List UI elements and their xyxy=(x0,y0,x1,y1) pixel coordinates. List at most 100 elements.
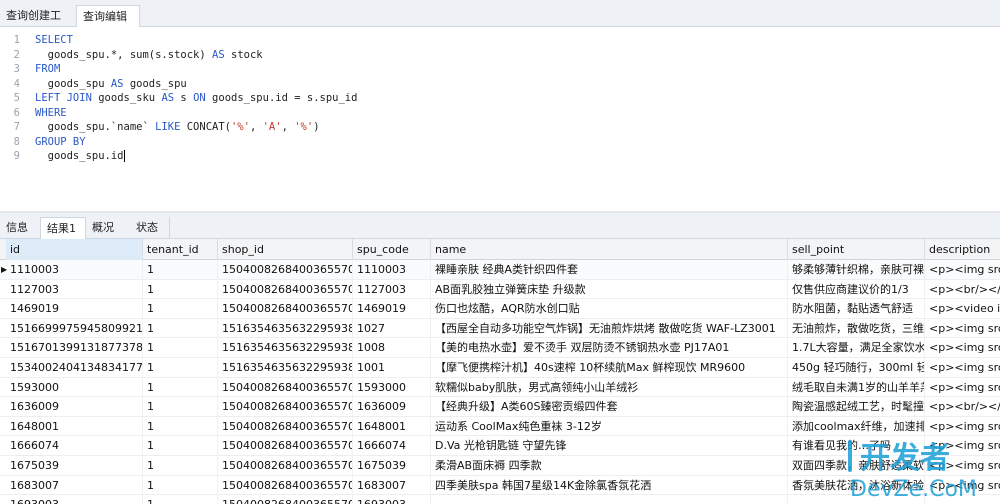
code-line[interactable]: 6 WHERE xyxy=(0,106,1000,121)
table-cell-id[interactable]: 1693003 xyxy=(6,495,143,504)
table-cell-name[interactable]: D.Va 光枪钥匙链 守望先锋 xyxy=(431,436,788,456)
table-cell-tenant-id[interactable]: 1 xyxy=(143,495,218,504)
table-cell-sell-point[interactable]: 防水阻菌，黏贴透气舒适 xyxy=(788,299,925,319)
table-cell-name[interactable]: 四季美肤spa 韩国7星级14K金除氯香氛花洒 xyxy=(431,475,788,496)
table-cell-spu-code[interactable]: 1027 xyxy=(353,318,431,339)
table-cell-id[interactable]: 1675039 xyxy=(6,456,143,476)
table-cell-shop-id[interactable]: 1504008268400365570 xyxy=(218,416,353,437)
table-cell-description[interactable]: <p><br/></p xyxy=(925,280,1000,300)
table-cell-spu-code[interactable]: 1648001 xyxy=(353,416,431,437)
table-cell-tenant-id[interactable]: 1 xyxy=(143,279,218,300)
table-cell-id[interactable]: 1666074 xyxy=(6,436,143,456)
table-cell-description[interactable]: <p><img src xyxy=(925,260,1000,280)
table-cell-description[interactable]: <p><br/></p xyxy=(925,397,1000,417)
column-header-id[interactable]: id xyxy=(6,239,143,260)
table-cell-sell-point[interactable]: 1.7L大容量，满足全家饮水需 xyxy=(788,338,925,358)
table-row[interactable]: 1534002404134834177 1 1516354635632295938 1… xyxy=(0,358,1000,378)
table-cell-spu-code[interactable]: 1636009 xyxy=(353,397,431,417)
table-cell-shop-id[interactable]: 1516354635632295938 xyxy=(218,358,353,378)
table-cell-name[interactable] xyxy=(431,495,788,504)
column-header-tenant-id[interactable]: tenant_id xyxy=(143,239,218,260)
table-row[interactable]: 1648001 1 1504008268400365570 1648001 运动系 Co… xyxy=(0,416,1000,437)
table-row[interactable]: ▶ 1110003 1 1504008268400365570 1110003 裸睡亲肤 … xyxy=(0,260,1000,280)
tab-overview[interactable]: 概况 xyxy=(86,217,130,239)
table-cell-sell-point[interactable]: 添加coolmax纤维，加速排汗 xyxy=(788,416,925,437)
table-cell-tenant-id[interactable]: 1 xyxy=(143,475,218,496)
code-text[interactable]: LEFT JOIN goods_sku AS s ON goods_spu.id… xyxy=(35,91,357,106)
table-cell-shop-id[interactable]: 1504008268400365570 xyxy=(218,377,353,398)
table-cell-spu-code[interactable]: 1110003 xyxy=(353,260,431,280)
table-cell-description[interactable]: <p><video id xyxy=(925,299,1000,319)
table-row[interactable]: 1516699975945809921 1 1516354635632295938 1… xyxy=(0,318,1000,339)
code-text[interactable]: goods_spu.id xyxy=(35,149,125,164)
table-cell-sell-point[interactable]: 够柔够薄针织棉，亲肤可裸睡 xyxy=(788,260,925,280)
code-line[interactable]: 3 FROM xyxy=(0,62,1000,77)
table-cell-spu-code[interactable]: 1693003 xyxy=(353,495,431,504)
table-cell-id[interactable]: 1516701399131877378 xyxy=(6,338,143,358)
code-text[interactable]: goods_spu.*, sum(s.stock) AS stock xyxy=(35,48,263,63)
table-row[interactable]: 1469019 1 1504008268400365570 1469019 伤口也炫酷，… xyxy=(0,299,1000,319)
column-header-shop-id[interactable]: shop_id xyxy=(218,239,353,260)
table-cell-name[interactable]: 【西屋全自动多功能空气炸锅】无油煎炸烘烤 散做吃货 WAF-LZ3001 xyxy=(431,318,788,339)
table-cell-tenant-id[interactable]: 1 xyxy=(143,416,218,437)
table-cell-tenant-id[interactable]: 1 xyxy=(143,377,218,398)
table-cell-id[interactable]: 1110003 xyxy=(6,260,143,280)
table-cell-spu-code[interactable]: 1675039 xyxy=(353,456,431,476)
tab-query-editor[interactable]: 查询编辑器 xyxy=(76,5,140,44)
table-cell-description[interactable]: <p><img src xyxy=(925,358,1000,378)
table-cell-spu-code[interactable]: 1127003 xyxy=(353,279,431,300)
tab-result-1[interactable]: 结果1 xyxy=(40,217,86,240)
table-cell-name[interactable]: 柔滑AB面床褥 四季款 xyxy=(431,456,788,476)
table-cell-name[interactable]: 裸睡亲肤 经典A类针织四件套 xyxy=(431,260,788,280)
table-cell-tenant-id[interactable]: 1 xyxy=(143,260,218,280)
table-cell-sell-point[interactable]: 绒毛取自未满1岁的山羊羊羔 xyxy=(788,377,925,398)
table-cell-spu-code[interactable]: 1593000 xyxy=(353,377,431,398)
table-row[interactable]: 1516701399131877378 1 1516354635632295938 1… xyxy=(0,338,1000,358)
table-cell-shop-id[interactable]: 1504008268400365570 xyxy=(218,495,353,504)
table-cell-spu-code[interactable]: 1683007 xyxy=(353,475,431,496)
table-cell-shop-id[interactable]: 1504008268400365570 xyxy=(218,475,353,496)
column-header-description[interactable]: description xyxy=(925,239,1000,260)
code-line[interactable]: 4 goods_spu AS goods_spu xyxy=(0,77,1000,92)
table-cell-shop-id[interactable]: 1516354635632295938 xyxy=(218,318,353,339)
table-cell-id[interactable]: 1683007 xyxy=(6,475,143,496)
table-cell-description[interactable]: <p><img src xyxy=(925,417,1000,437)
table-cell-tenant-id[interactable]: 1 xyxy=(143,318,218,339)
table-cell-sell-point[interactable]: 陶瓷温感起绒工艺，时髦撞色 xyxy=(788,397,925,417)
table-row[interactable]: 1593000 1 1504008268400365570 1593000 软糯似bab… xyxy=(0,377,1000,398)
code-text[interactable]: goods_spu.`name` LIKE CONCAT('%', 'A', '… xyxy=(35,120,320,135)
table-cell-name[interactable]: 软糯似baby肌肤，男式高领纯小山羊绒衫 xyxy=(431,377,788,398)
tab-query-builder[interactable]: 查询创建工具 xyxy=(0,5,76,43)
table-cell-tenant-id[interactable]: 1 xyxy=(143,358,218,378)
table-row[interactable]: 1127003 1 1504008268400365570 1127003 AB面乳胶独… xyxy=(0,279,1000,300)
code-line[interactable]: 9 goods_spu.id xyxy=(0,149,1000,164)
table-cell-name[interactable]: 【美的电热水壶】爱不烫手 双层防烫不锈钢热水壶 PJ17A01 xyxy=(431,338,788,358)
table-cell-tenant-id[interactable]: 1 xyxy=(143,338,218,358)
column-header-name[interactable]: name xyxy=(431,239,788,260)
table-cell-shop-id[interactable]: 1504008268400365570 xyxy=(218,397,353,417)
sql-editor[interactable]: 1 SELECT 2 goods_spu.*, sum(s.stock) AS st… xyxy=(0,27,1000,211)
table-cell-id[interactable]: 1127003 xyxy=(6,279,143,300)
table-cell-description[interactable]: <p><img src xyxy=(925,319,1000,339)
table-cell-description[interactable]: <p><img src xyxy=(925,338,1000,358)
table-cell-description[interactable]: <p><img src xyxy=(925,378,1000,398)
table-cell-sell-point[interactable]: 450g 轻巧随行，300ml 轻松 xyxy=(788,358,925,378)
tab-status[interactable]: 状态 xyxy=(130,217,170,239)
code-text[interactable]: goods_spu AS goods_spu xyxy=(35,77,187,92)
table-cell-id[interactable]: 1648001 xyxy=(6,416,143,437)
table-cell-name[interactable]: 运动系 CoolMax纯色重袜 3-12岁 xyxy=(431,416,788,437)
table-cell-id[interactable]: 1516699975945809921 xyxy=(6,318,143,339)
table-cell-tenant-id[interactable]: 1 xyxy=(143,397,218,417)
code-line[interactable]: 2 goods_spu.*, sum(s.stock) AS stock xyxy=(0,48,1000,63)
table-cell-shop-id[interactable]: 1504008268400365570 xyxy=(218,436,353,456)
code-text[interactable]: FROM xyxy=(35,62,60,77)
code-text[interactable]: SELECT xyxy=(35,33,73,48)
table-cell-name[interactable]: AB面乳胶独立弹簧床垫 升级款 xyxy=(431,279,788,300)
code-line[interactable]: 5 LEFT JOIN goods_sku AS s ON goods_spu.i… xyxy=(0,91,1000,106)
table-cell-id[interactable]: 1534002404134834177 xyxy=(6,358,143,378)
table-cell-tenant-id[interactable]: 1 xyxy=(143,456,218,476)
table-cell-name[interactable]: 【摩飞便携榨汁机】40s速榨 10杯续航Max 鲜榨现饮 MR9600 xyxy=(431,358,788,378)
table-cell-name[interactable]: 【经典升级】A类60S臻密贡缎四件套 xyxy=(431,397,788,417)
table-cell-spu-code[interactable]: 1666074 xyxy=(353,436,431,456)
table-cell-shop-id[interactable]: 1504008268400365570 xyxy=(218,456,353,476)
